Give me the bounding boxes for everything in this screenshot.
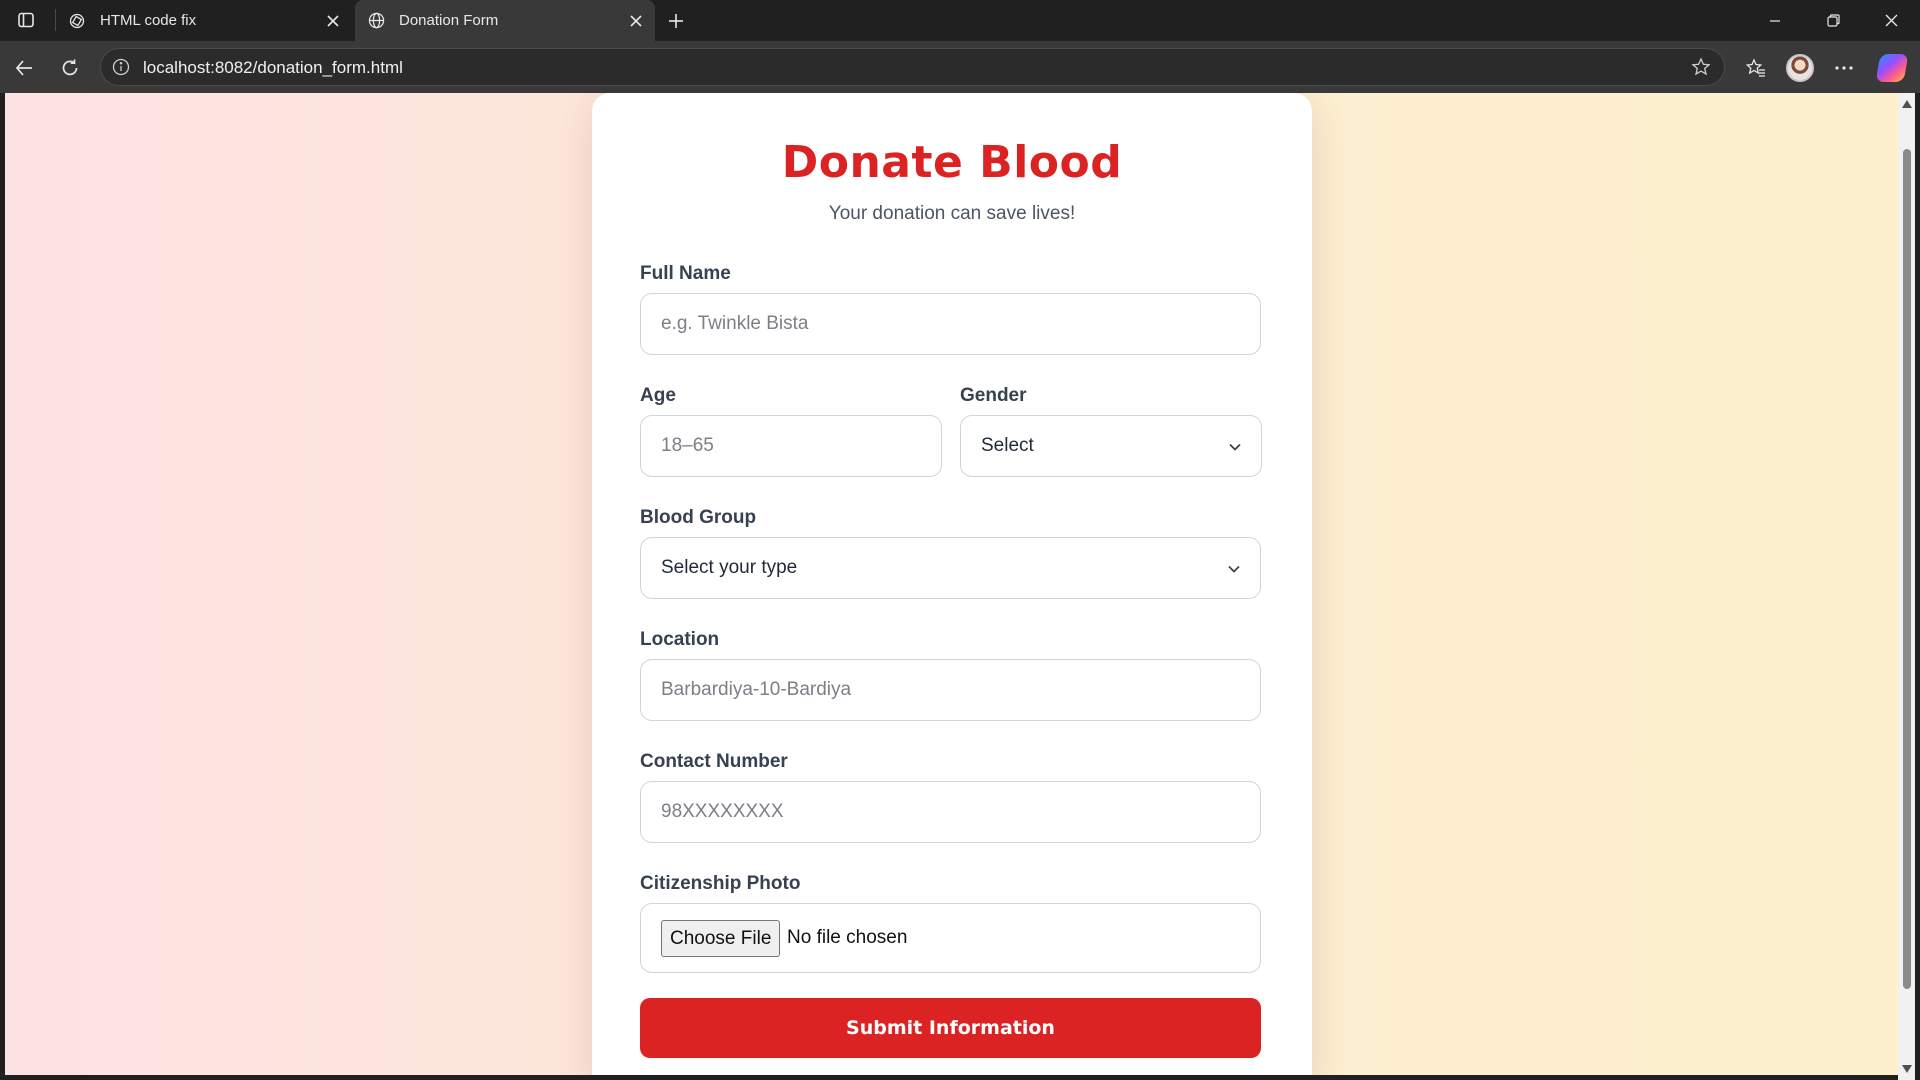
tab-title: Donation Form — [399, 12, 499, 29]
vertical-scrollbar[interactable] — [1898, 93, 1915, 1080]
gender-selected-value: Select — [981, 435, 1034, 456]
site-info-icon[interactable] — [111, 57, 131, 77]
location-field[interactable] — [640, 659, 1261, 721]
globe-icon — [367, 12, 385, 30]
choose-file-button[interactable]: Choose File — [661, 920, 781, 957]
tab-title: HTML code fix — [100, 12, 197, 29]
avatar — [1786, 54, 1814, 82]
tab-html-code-fix[interactable]: HTML code fix — [56, 0, 352, 41]
page-subtitle: Your donation can save lives! — [828, 203, 1076, 224]
blood-group-select[interactable]: Select your type — [640, 537, 1261, 599]
minimize-icon[interactable] — [1746, 0, 1804, 41]
profile-avatar[interactable] — [1782, 50, 1818, 86]
page-background: Donate Blood Your donation can save live… — [5, 93, 1898, 1075]
more-options-icon[interactable] — [1826, 50, 1862, 86]
favorites-icon[interactable] — [1738, 50, 1774, 86]
gender-select[interactable]: Select — [960, 415, 1262, 477]
blood-group-label: Blood Group — [640, 507, 757, 528]
location-input[interactable] — [661, 679, 1221, 701]
age-input[interactable] — [661, 435, 921, 457]
new-tab-plus-icon[interactable] — [661, 6, 691, 36]
contact-number-field[interactable] — [640, 781, 1261, 843]
full-name-label: Full Name — [640, 263, 731, 284]
close-icon[interactable] — [320, 8, 346, 34]
close-icon[interactable] — [623, 8, 649, 34]
back-arrow-icon[interactable] — [6, 50, 42, 86]
page-title: Donate Blood — [781, 137, 1123, 188]
scrollbar-thumb[interactable] — [1903, 149, 1911, 989]
restore-icon[interactable] — [1804, 0, 1862, 41]
full-name-field[interactable] — [640, 293, 1261, 355]
citizenship-photo-label: Citizenship Photo — [640, 873, 801, 894]
age-label: Age — [640, 385, 676, 406]
scroll-down-arrow-icon[interactable] — [1902, 1065, 1912, 1073]
tab-actions-icon[interactable] — [8, 6, 44, 34]
contact-number-label: Contact Number — [640, 751, 788, 772]
scroll-up-arrow-icon[interactable] — [1902, 100, 1912, 108]
url-text: localhost:8082/donation_form.html — [143, 58, 403, 77]
submit-button[interactable]: Submit Information — [640, 998, 1261, 1058]
chatgpt-icon — [68, 12, 86, 30]
copilot-logo — [1875, 54, 1909, 82]
favorite-star-icon[interactable] — [1690, 56, 1712, 78]
chevron-down-icon — [1229, 443, 1241, 451]
location-label: Location — [640, 629, 720, 650]
address-bar[interactable]: localhost:8082/donation_form.html — [100, 48, 1725, 86]
reload-icon[interactable] — [52, 50, 88, 86]
copilot-icon[interactable] — [1874, 50, 1910, 86]
citizenship-photo-field: Choose File No file chosen — [640, 903, 1261, 973]
gender-label: Gender — [960, 385, 1027, 406]
browser-viewport: Donate Blood Your donation can save live… — [0, 93, 1920, 1080]
tab-strip: HTML code fix Donation Form — [0, 0, 1920, 41]
blood-group-selected-value: Select your type — [661, 557, 798, 578]
tab-donation-form[interactable]: Donation Form — [355, 0, 655, 41]
window-close-icon[interactable] — [1862, 0, 1920, 41]
file-status-text: No file chosen — [787, 927, 908, 948]
age-field[interactable] — [640, 415, 942, 477]
donation-form-card: Donate Blood Your donation can save live… — [592, 93, 1312, 1075]
full-name-input[interactable] — [661, 313, 1221, 335]
contact-number-input[interactable] — [661, 801, 1221, 823]
browser-toolbar: localhost:8082/donation_form.html — [0, 41, 1920, 93]
chevron-down-icon — [1228, 565, 1240, 573]
